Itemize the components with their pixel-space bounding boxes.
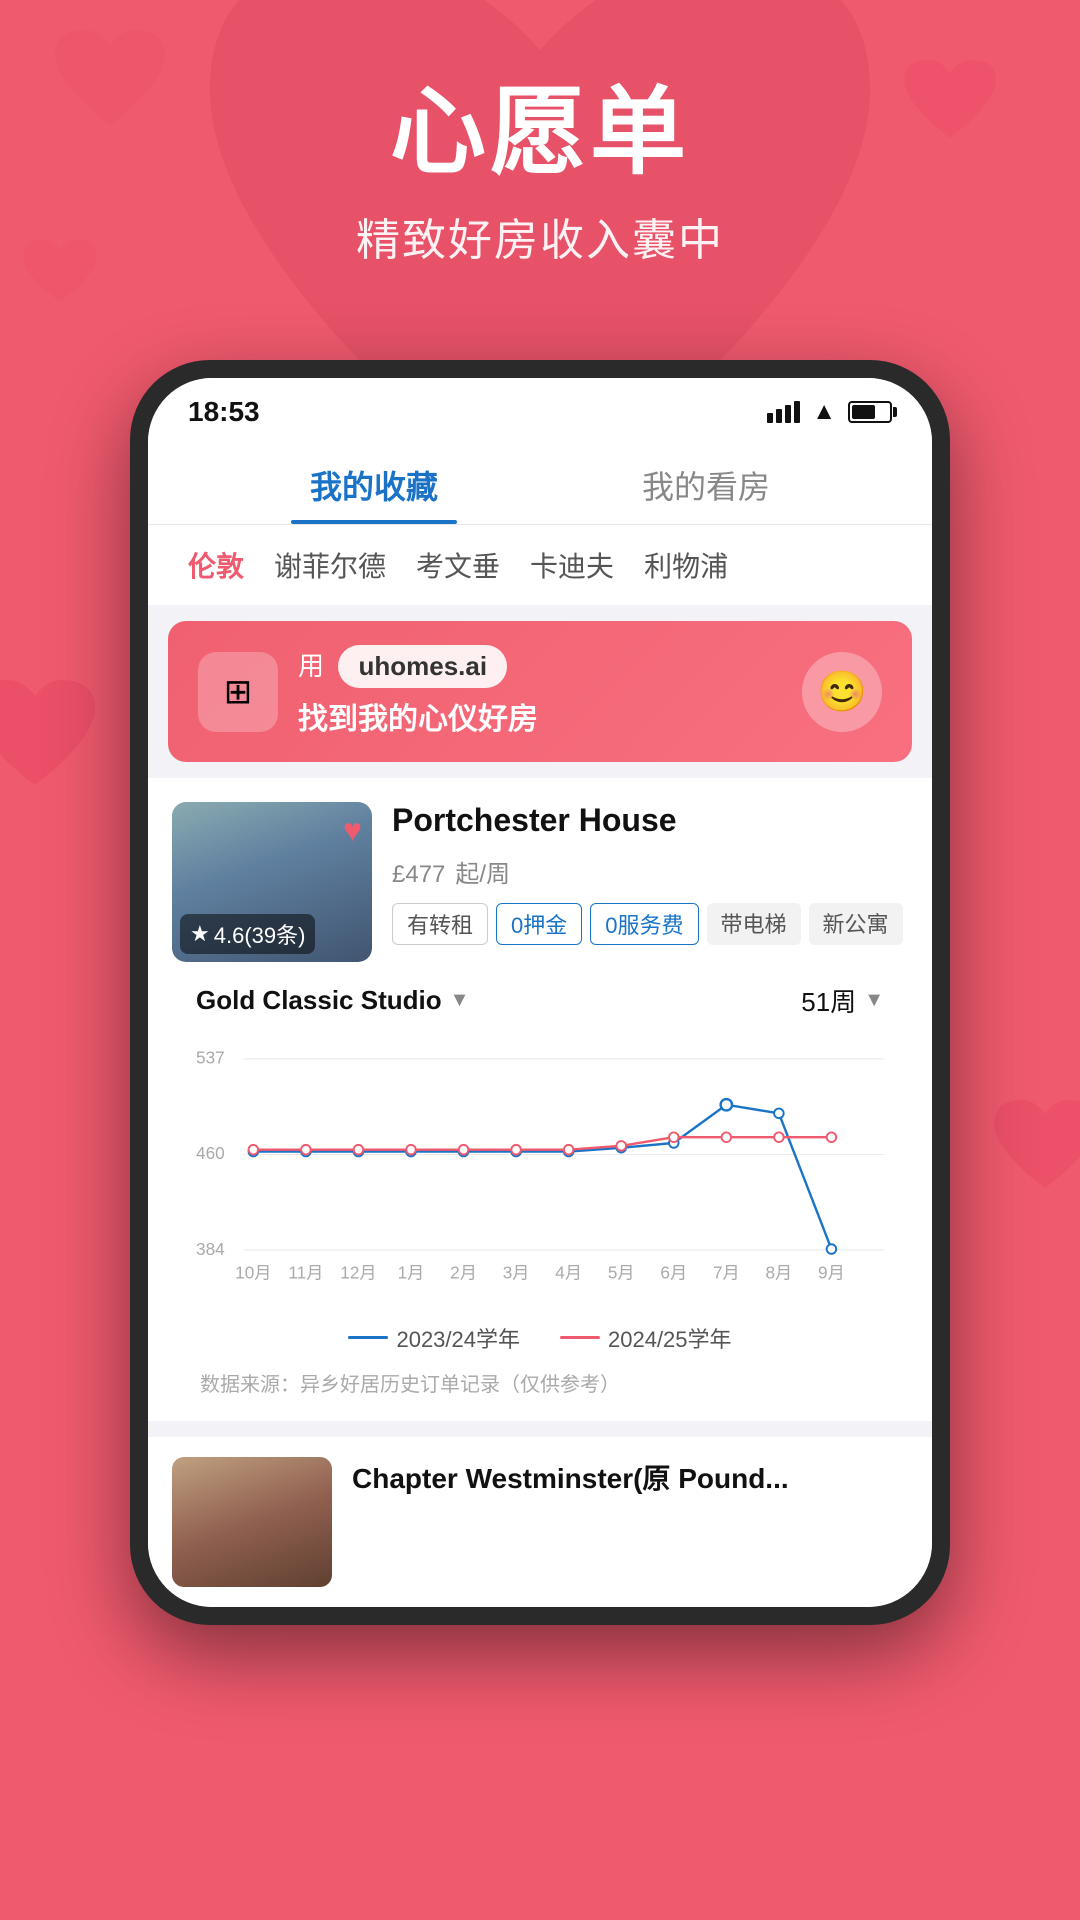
chart-dot [722,1132,732,1142]
weeks-selector[interactable]: 51周 ▼ [801,982,884,1019]
svg-text:460: 460 [196,1143,225,1163]
svg-text:5月: 5月 [608,1263,635,1283]
main-tabs: 我的收藏 我的看房 [148,438,932,525]
svg-text:10月: 10月 [235,1263,271,1283]
banner-url: uhomes.ai [338,645,507,688]
tag-elevator: 带电梯 [707,903,801,945]
chart-line-2425 [253,1137,831,1149]
tag-new-apt: 新公寓 [809,903,903,945]
property-top: ♥ ★ 4.6(39条) Portchester House £477 起/周 [172,802,908,962]
price-chart-section: Gold Classic Studio ▼ 51周 ▼ 537 [172,962,908,1421]
legend-line-blue [348,1336,388,1339]
chart-line-2324 [253,1105,831,1249]
city-filter-london[interactable]: 伦敦 [188,545,244,585]
tab-viewings[interactable]: 我的看房 [540,438,872,524]
svg-text:12月: 12月 [340,1263,376,1283]
chart-dot [774,1132,784,1142]
city-filter-sheffield[interactable]: 谢菲尔德 [274,545,386,585]
star-icon: ★ [190,921,210,947]
city-filter-cardiff[interactable]: 卡迪夫 [530,545,614,585]
legend-label-2425: 2024/25学年 [608,1322,732,1354]
chart-source: 数据来源：异乡好居历史订单记录（仅供参考） [196,1368,884,1397]
chart-dot [564,1145,574,1155]
property-rating: ★ 4.6(39条) [180,914,315,954]
phone-inner: 18:53 ▲ 我的收藏 [148,378,932,1607]
chart-dot [616,1141,626,1151]
city-filter-bar: 伦敦 谢菲尔德 考文垂 卡迪夫 利物浦 [148,525,932,605]
property-image-2 [172,1457,332,1587]
legend-label-2324: 2023/24学年 [396,1322,520,1354]
property-card-1[interactable]: ♥ ★ 4.6(39条) Portchester House £477 起/周 [148,778,932,1421]
svg-text:9月: 9月 [818,1263,845,1283]
chart-container: 537 460 384 10月 11月 12月 1月 [196,1035,884,1308]
city-filter-liverpool[interactable]: 利物浦 [644,545,728,585]
heart-icon[interactable]: ♥ [343,812,362,849]
city-filter-coventry[interactable]: 考文垂 [416,545,500,585]
signal-icon [767,401,800,423]
svg-text:7月: 7月 [713,1263,740,1283]
wifi-icon: ▲ [812,398,836,426]
time-display: 18:53 [188,396,260,428]
banner-tagline: 找到我的心仪好房 [298,694,782,738]
battery-fill [852,405,875,419]
dropdown-arrow-icon: ▼ [450,989,470,1012]
tag-zero-fee: 0服务费 [590,903,698,945]
svg-text:537: 537 [196,1048,225,1068]
svg-text:384: 384 [196,1239,225,1259]
property-image-1: ♥ ★ 4.6(39条) [172,802,372,962]
status-icons: ▲ [767,398,892,426]
legend-item-2324: 2023/24学年 [348,1322,520,1354]
property-price-1: £477 起/周 [392,849,908,891]
status-bar: 18:53 ▲ [148,378,932,438]
svg-text:11月: 11月 [288,1263,323,1283]
room-type-label: Gold Classic Studio [196,985,442,1016]
chart-dot-peak [721,1099,732,1110]
chart-dot [827,1244,837,1254]
banner-icon: ⊞ [198,652,278,732]
weeks-dropdown-icon: ▼ [864,989,884,1012]
banner-text: 用 uhomes.ai 找到我的心仪好房 [298,645,782,738]
property-tags-1: 有转租 0押金 0服务费 带电梯 新公寓 [392,903,908,945]
chart-dot [774,1109,784,1119]
property-name-1: Portchester House [392,802,908,839]
chart-dot [249,1145,259,1155]
chart-dot [827,1132,837,1142]
tab-favorites[interactable]: 我的收藏 [208,438,540,524]
svg-text:4月: 4月 [555,1263,582,1283]
legend-line-red [560,1336,600,1339]
room-type-selector[interactable]: Gold Classic Studio ▼ [196,985,469,1016]
phone-mockup: 18:53 ▲ 我的收藏 [130,360,950,1625]
price-chart-svg: 537 460 384 10月 11月 12月 1月 [196,1035,884,1303]
chart-legend: 2023/24学年 2024/25学年 [196,1322,884,1354]
chart-dot [301,1145,311,1155]
header: 心愿单 精致好房收入囊中 [0,0,1080,268]
svg-text:3月: 3月 [503,1263,530,1283]
svg-text:1月: 1月 [398,1263,425,1283]
property-card-2[interactable]: Chapter Westminster(原 Pound... [148,1437,932,1607]
page-subtitle: 精致好房收入囊中 [0,204,1080,268]
battery-icon [848,401,892,423]
chart-dot [354,1145,364,1155]
banner-robot-icon: 😊 [802,652,882,732]
chart-dot [406,1145,416,1155]
property-name-2: Chapter Westminster(原 Pound... [352,1457,789,1497]
tag-zero-deposit: 0押金 [496,903,582,945]
page-title: 心愿单 [0,80,1080,186]
phone-outer: 18:53 ▲ 我的收藏 [130,360,950,1625]
rating-text: 4.6(39条) [214,918,306,950]
property-info-1: Portchester House £477 起/周 有转租 0押金 0服务费 … [392,802,908,962]
chart-dot [459,1145,469,1155]
chart-header: Gold Classic Studio ▼ 51周 ▼ [196,982,884,1019]
tag-sublease: 有转租 [392,903,488,945]
ai-banner[interactable]: ⊞ 用 uhomes.ai 找到我的心仪好房 😊 [168,621,912,762]
chart-dot [669,1132,679,1142]
weeks-label: 51周 [801,982,856,1019]
svg-text:2月: 2月 [450,1263,477,1283]
chart-dot [511,1145,521,1155]
svg-text:8月: 8月 [766,1263,793,1283]
legend-item-2425: 2024/25学年 [560,1322,732,1354]
svg-text:6月: 6月 [660,1263,687,1283]
